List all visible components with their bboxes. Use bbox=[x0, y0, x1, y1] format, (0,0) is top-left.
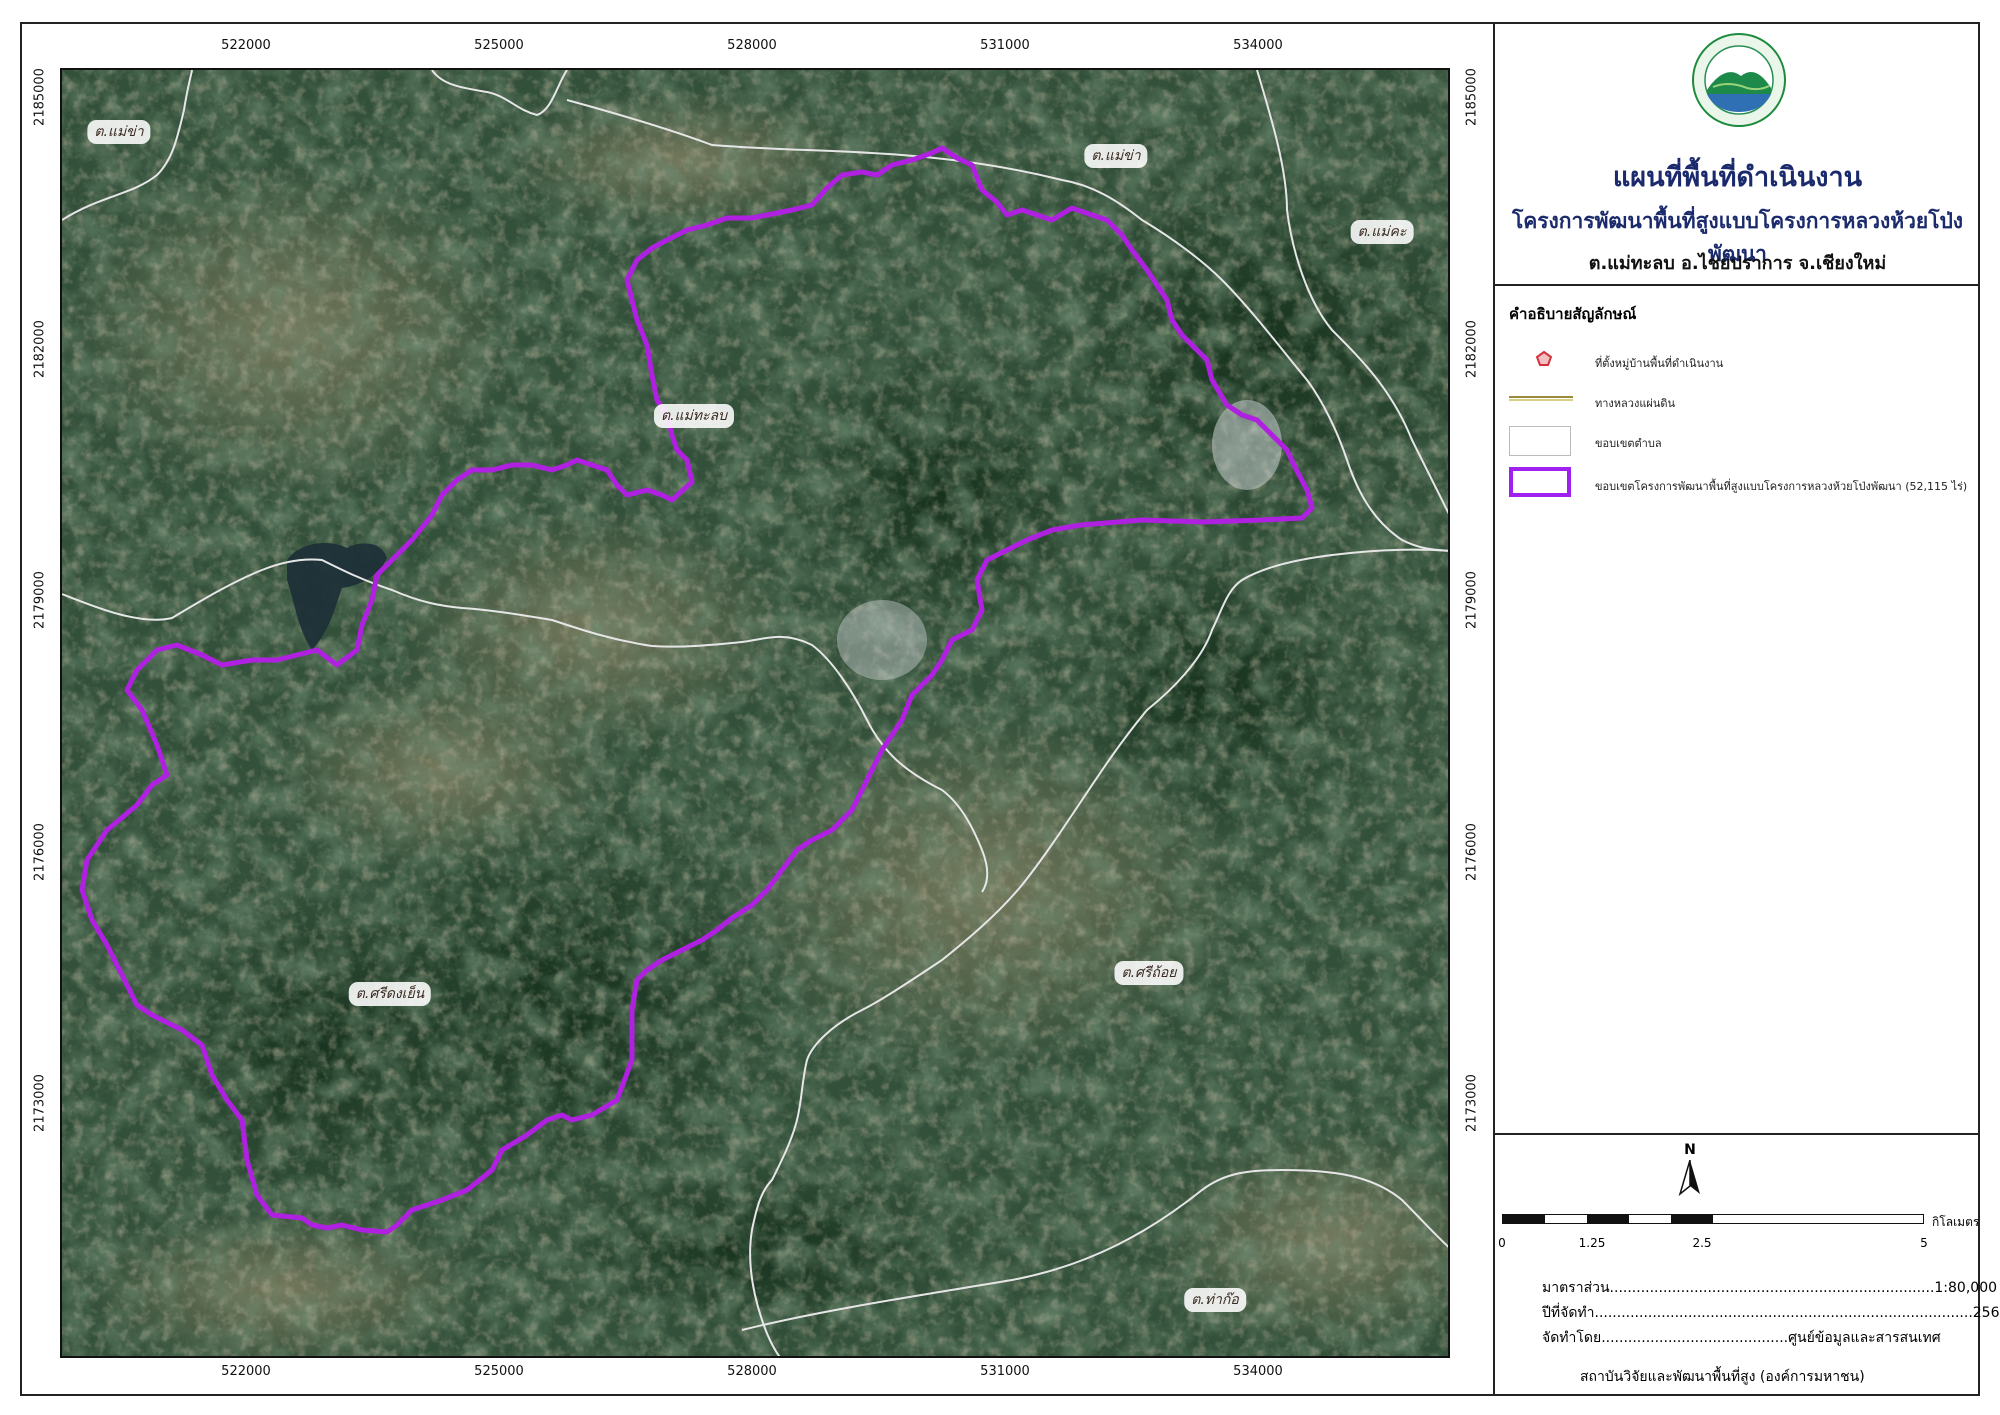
project-boundary-icon bbox=[1509, 467, 1571, 497]
y-coord-left: 2185000 bbox=[32, 68, 48, 126]
subdistrict-label-tha-kor: ต.ท่าก๊อ bbox=[1184, 1288, 1246, 1312]
info-year: ปีที่จัดทำ..............................… bbox=[1542, 1305, 2000, 1321]
subdistrict-label-mae-kha-east: ต.แม่คะ bbox=[1350, 220, 1414, 244]
legend-panel: แผนที่พื้นที่ดำเนินงาน โครงการพัฒนาพื้นท… bbox=[1493, 22, 2000, 1396]
y-coord-right: 2179000 bbox=[1464, 571, 1480, 629]
x-coord-bottom: 534000 bbox=[1233, 1364, 1283, 1379]
x-coord-bottom: 525000 bbox=[474, 1364, 524, 1379]
legend-label-highway: ทางหลวงแผ่นดิน bbox=[1595, 397, 1676, 410]
info-made-by: จัดทำโดย................................… bbox=[1542, 1330, 1941, 1346]
x-coord-top: 534000 bbox=[1233, 38, 1283, 53]
legend-label-project-boundary: ขอบเขตโครงการพัฒนาพื้นที่สูงแบบโครงการหล… bbox=[1595, 480, 1968, 493]
x-coord-top: 522000 bbox=[221, 38, 271, 53]
north-arrow-icon bbox=[1678, 1160, 1700, 1196]
y-coord-left: 2173000 bbox=[32, 1074, 48, 1132]
scale-label: 0 bbox=[1498, 1236, 1506, 1250]
scale-label: 1.25 bbox=[1578, 1236, 1606, 1250]
divider bbox=[1495, 1133, 1980, 1135]
y-coord-left: 2176000 bbox=[32, 823, 48, 881]
satellite-map[interactable]: ต.แม่ข่า ต.แม่ข่า ต.แม่คะ ต.แม่ทะลบ ต.ศร… bbox=[60, 68, 1450, 1358]
x-coord-top: 528000 bbox=[727, 38, 777, 53]
y-coord-left: 2182000 bbox=[32, 320, 48, 378]
info-scale: มาตราส่วน...............................… bbox=[1542, 1280, 1998, 1296]
subdistrict-label-mae-thalop: ต.แม่ทะลบ bbox=[653, 404, 735, 428]
subdistrict-label-sri-dong-yen: ต.ศรีดงเย็น bbox=[348, 982, 432, 1006]
y-coord-right: 2176000 bbox=[1464, 823, 1480, 881]
x-coord-top: 525000 bbox=[474, 38, 524, 53]
legend-heading: คำอธิบายสัญลักษณ์ bbox=[1509, 305, 1637, 323]
y-coord-left: 2179000 bbox=[32, 571, 48, 629]
divider bbox=[1495, 284, 1980, 286]
subdistrict-label-mae-kha-north: ต.แม่ข่า bbox=[1084, 144, 1148, 168]
scale-unit: กิโลเมตร bbox=[1932, 1215, 1980, 1229]
map-location: ต.แม่ทะลบ อ.ไชยปราการ จ.เชียงใหม่ bbox=[1588, 253, 1887, 274]
y-coord-right: 2173000 bbox=[1464, 1074, 1480, 1132]
village-pentagon-icon bbox=[1535, 350, 1553, 366]
info-institute: สถาบันวิจัยและพัฒนาพื้นที่สูง (องค์การมห… bbox=[1580, 1369, 1865, 1385]
x-coord-top: 531000 bbox=[980, 38, 1030, 53]
subdistrict-label-mae-kha-west: ต.แม่ข่า bbox=[87, 120, 151, 144]
scale-label: 5 bbox=[1920, 1236, 1928, 1250]
x-coord-bottom: 528000 bbox=[727, 1364, 777, 1379]
y-coord-right: 2185000 bbox=[1464, 68, 1480, 126]
x-coord-bottom: 522000 bbox=[221, 1364, 271, 1379]
legend-label-subdistrict: ขอบเขตตำบล bbox=[1595, 437, 1662, 450]
scale-label: 2.5 bbox=[1692, 1236, 1712, 1250]
north-label: N bbox=[1684, 1142, 1696, 1158]
map-canvas bbox=[62, 70, 1448, 1356]
institute-logo-icon bbox=[1692, 33, 1786, 127]
subdistrict-boundary-icon bbox=[1509, 426, 1571, 456]
highway-line-icon bbox=[1509, 396, 1573, 401]
x-coord-bottom: 531000 bbox=[980, 1364, 1030, 1379]
subdistrict-label-sri-doi: ต.ศรีถ้อย bbox=[1114, 961, 1184, 985]
legend-label-village: ที่ตั้งหมู่บ้านพื้นที่ดำเนินงาน bbox=[1595, 357, 1724, 370]
scale-bar bbox=[1502, 1214, 1924, 1224]
map-title: แผนที่พื้นที่ดำเนินงาน bbox=[1612, 162, 1863, 193]
y-coord-right: 2182000 bbox=[1464, 320, 1480, 378]
